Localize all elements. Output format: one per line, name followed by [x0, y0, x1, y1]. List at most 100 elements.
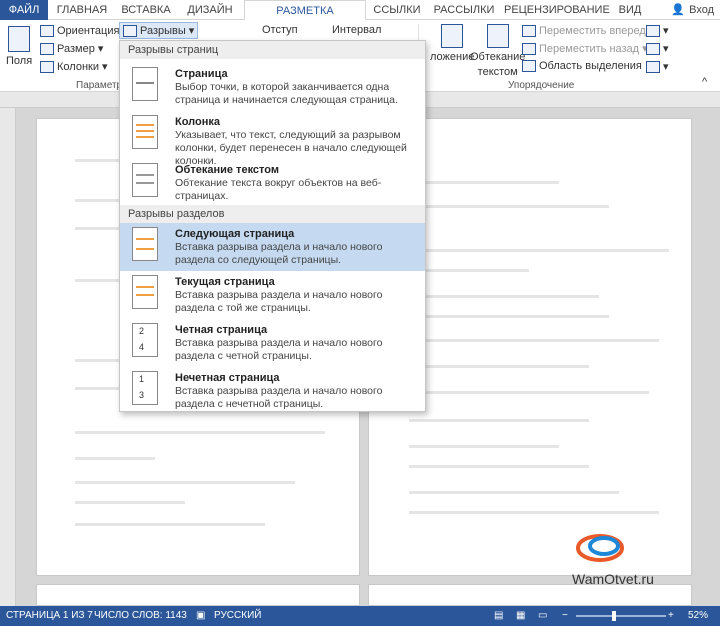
section-breaks-header: Разрывы разделов	[120, 205, 425, 223]
tab-view[interactable]: ВИД	[612, 0, 648, 20]
read-mode-icon[interactable]: ▤	[494, 606, 503, 626]
breaks-icon	[123, 24, 137, 37]
align-icon	[646, 24, 660, 37]
word-count[interactable]: ЧИСЛО СЛОВ: 1143	[94, 606, 187, 626]
zoom-level[interactable]: 52%	[688, 606, 708, 626]
even-page-num-top: 2	[139, 326, 145, 336]
margins-label: Поля	[6, 55, 33, 67]
sign-in[interactable]: 👤 Вход	[671, 0, 714, 20]
columns-label: Колонки	[57, 60, 99, 73]
ribbon-tab-bar: ФАЙЛ ГЛАВНАЯ ВСТАВКА ДИЗАЙН РАЗМЕТКА СТР…	[0, 0, 720, 37]
user-icon: 👤	[671, 4, 686, 16]
break-continuous-item[interactable]: Текущая страница Вставка разрыва раздела…	[120, 271, 425, 319]
text-line	[75, 523, 265, 526]
break-column-title: Колонка	[175, 116, 220, 128]
selection-pane-button[interactable]: Область выделения	[522, 60, 642, 72]
break-next-page-item[interactable]: Следующая страница Вставка разрыва разде…	[120, 223, 425, 271]
wrap-text-icon	[486, 24, 509, 48]
size-icon	[40, 42, 54, 55]
break-textwrap-item[interactable]: Обтекание текстом Обтекание текста вокру…	[120, 159, 425, 207]
language[interactable]: РУССКИЙ	[214, 606, 261, 626]
align-button[interactable]: ▾	[646, 24, 669, 37]
proofing-icon[interactable]: ▣	[196, 606, 205, 626]
zoom-out-icon[interactable]: −	[562, 606, 568, 626]
break-even-page-desc: Вставка разрыва раздела и начало нового …	[175, 337, 383, 362]
tab-insert[interactable]: ВСТАВКА	[116, 0, 176, 20]
break-page-item[interactable]: Страница Выбор точки, в которой заканчив…	[120, 63, 425, 111]
tab-mailings[interactable]: РАССЫЛКИ	[430, 0, 498, 20]
breaks-button[interactable]: Разрывы ▾	[119, 22, 199, 39]
tab-references[interactable]: ССЫЛКИ	[370, 0, 424, 20]
send-backward-button[interactable]: Переместить назад ▾	[522, 42, 648, 55]
zoom-slider-thumb[interactable]	[612, 611, 616, 621]
group-icon	[646, 42, 660, 55]
tab-review[interactable]: РЕЦЕНЗИРОВАНИЕ	[504, 0, 610, 20]
indent-label: Отступ	[262, 24, 298, 36]
break-even-page-item[interactable]: 2 4 Четная страница Вставка разрыва разд…	[120, 319, 425, 367]
next-page-break-icon	[132, 227, 158, 261]
text-line	[409, 249, 669, 252]
send-backward-label: Переместить назад	[539, 42, 640, 55]
rotate-icon	[646, 60, 660, 73]
columns-button[interactable]: Колонки ▾	[40, 60, 108, 73]
wrap-text-label-1: Обтекание	[470, 51, 526, 63]
tab-design[interactable]: ДИЗАЙН	[180, 0, 240, 20]
break-textwrap-desc: Обтекание текста вокруг объектов на веб-…	[175, 177, 382, 202]
break-page-desc: Выбор точки, в которой заканчивается одн…	[175, 81, 398, 106]
collapse-ribbon-button[interactable]: ^	[702, 76, 707, 88]
status-bar: СТРАНИЦА 1 ИЗ 7 ЧИСЛО СЛОВ: 1143 ▣ РУССК…	[0, 606, 720, 626]
page-breaks-header: Разрывы страниц	[120, 41, 425, 59]
vertical-ruler[interactable]	[0, 108, 16, 606]
breaks-label: Разрывы	[140, 24, 186, 37]
break-next-page-desc: Вставка разрыва раздела и начало нового …	[175, 241, 383, 266]
position-label: ложение	[430, 51, 475, 63]
text-line	[409, 491, 619, 494]
rotate-button[interactable]: ▾	[646, 60, 669, 73]
breaks-dropdown: Разрывы страниц Страница Выбор точки, в …	[119, 40, 426, 412]
text-line	[409, 295, 599, 298]
odd-page-break-icon: 1 3	[132, 371, 158, 405]
text-line	[409, 445, 559, 448]
zoom-slider[interactable]	[576, 615, 666, 617]
text-line	[409, 365, 589, 368]
text-line	[409, 269, 529, 272]
break-continuous-desc: Вставка разрыва раздела и начало нового …	[175, 289, 383, 314]
wrap-text-button[interactable]: Обтекание текстом	[470, 24, 525, 78]
size-label: Размер	[57, 42, 95, 55]
margins-button[interactable]: Поля	[6, 26, 32, 67]
page-count[interactable]: СТРАНИЦА 1 ИЗ 7	[6, 606, 93, 626]
bring-forward-button[interactable]: Переместить вперед▾	[522, 24, 654, 37]
size-button[interactable]: Размер ▾	[40, 42, 103, 55]
selection-pane-icon	[522, 60, 536, 72]
break-textwrap-title: Обтекание текстом	[175, 164, 279, 176]
watermark-text: WamOtvet.ru	[572, 571, 654, 587]
text-line	[75, 501, 185, 504]
document-page-3[interactable]	[36, 584, 360, 606]
break-odd-page-item[interactable]: 1 3 Нечетная страница Вставка разрыва ра…	[120, 367, 425, 415]
zoom-in-icon[interactable]: +	[668, 606, 674, 626]
sign-in-label: Вход	[689, 4, 714, 16]
tab-home[interactable]: ГЛАВНАЯ	[52, 0, 112, 20]
break-next-page-title: Следующая страница	[175, 228, 295, 240]
bring-forward-label: Переместить вперед	[539, 24, 646, 37]
orientation-label: Ориентация	[57, 24, 120, 37]
bring-forward-icon	[522, 24, 536, 37]
web-layout-icon[interactable]: ▭	[538, 606, 547, 626]
group-page-setup-label: Параметр	[76, 80, 123, 91]
odd-page-num-top: 1	[139, 374, 145, 384]
text-wrapping-break-icon	[132, 163, 158, 197]
text-line	[409, 391, 649, 394]
text-line	[409, 511, 659, 514]
text-line	[409, 419, 589, 422]
group-button[interactable]: ▾	[646, 42, 669, 55]
break-column-item[interactable]: Колонка Указывает, что текст, следующий …	[120, 111, 425, 167]
columns-icon	[40, 60, 54, 73]
break-continuous-title: Текущая страница	[175, 276, 275, 288]
break-odd-page-title: Нечетная страница	[175, 372, 280, 384]
orientation-button[interactable]: Ориентация▾	[40, 24, 128, 37]
watermark-logo: WamOtvet.ru	[572, 528, 672, 592]
position-button[interactable]: ложение	[430, 24, 474, 63]
tab-layout[interactable]: РАЗМЕТКА СТРАНИЦЫ	[244, 0, 366, 37]
tab-file[interactable]: ФАЙЛ	[0, 0, 48, 20]
print-layout-icon[interactable]: ▦	[516, 606, 525, 626]
